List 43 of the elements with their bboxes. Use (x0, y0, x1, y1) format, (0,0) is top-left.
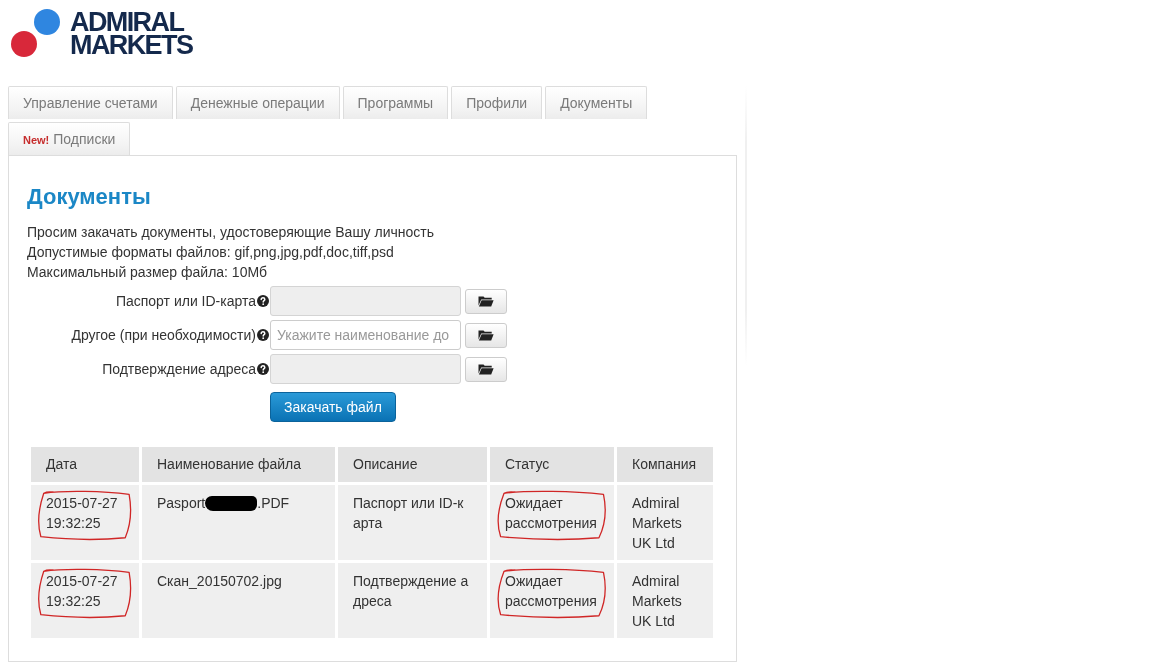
table-cell: Паспорт или ID-карта (338, 485, 487, 560)
table-cell: Ожидает рассмотрения (490, 563, 614, 638)
new-label: New! (23, 134, 50, 146)
file-name: Pasport (157, 495, 206, 511)
table-cell: Ожидает рассмотрения (490, 485, 614, 560)
nav-tab[interactable]: Профили (451, 86, 543, 119)
info-text: Максимальный размер файла: 10Мб (27, 263, 269, 282)
field-label: Подтверждение адреса (101, 361, 256, 377)
field-label: Паспорт или ID-карта (114, 293, 256, 309)
help-icon[interactable] (257, 329, 269, 341)
table-cell: Admiral Markets UK Ltd (617, 485, 713, 560)
nav-tab[interactable]: Денежные операции (175, 86, 340, 119)
info-text: Просим закачать документы, удостоверяющие Вашу личность (27, 223, 435, 242)
info-text: Допустимые форматы файлов: gif,png,jpg,pdf,doc,tiff,psd (27, 243, 395, 262)
browse-button[interactable] (465, 356, 507, 382)
upload-button[interactable]: Закачать файл (270, 392, 396, 422)
table-cell: 2015-07-27 19:32:25 (31, 485, 139, 560)
folder-icon (478, 295, 494, 307)
nav-tab[interactable]: Управление счетами (8, 86, 173, 119)
field-label: Другое (при необходимости) (70, 327, 256, 343)
file-name: .PDF (257, 495, 290, 511)
folder-icon (478, 329, 494, 341)
nav-tab[interactable]: Программы (342, 86, 449, 119)
column-header: Наименование файла (142, 447, 335, 482)
file-name: Скан_20150702.jpg (157, 573, 282, 589)
help-icon[interactable] (257, 363, 269, 375)
column-header: Описание (338, 447, 487, 482)
input-field[interactable]: Укажите наименование до (270, 320, 461, 350)
table-cell: Подтверждение адреса (338, 563, 487, 638)
column-header: Компания (617, 447, 713, 482)
column-header: Дата (31, 447, 139, 482)
logo-mark-icon (10, 8, 62, 58)
logo-wordmark: ADMIRAL MARKETS (70, 11, 193, 57)
nav-tab[interactable]: Документы (545, 86, 648, 119)
browse-button[interactable] (465, 322, 507, 348)
nav-tab[interactable]: New! Подписки (8, 122, 131, 155)
folder-icon (478, 363, 494, 375)
table-cell: Admiral Markets UK Ltd (617, 563, 713, 638)
help-icon[interactable] (257, 295, 269, 307)
column-header: Статус (490, 447, 614, 482)
table-cell: 2015-07-27 19:32:25 (31, 563, 139, 638)
browse-button[interactable] (465, 288, 507, 314)
page-heading: Документы (27, 184, 152, 210)
